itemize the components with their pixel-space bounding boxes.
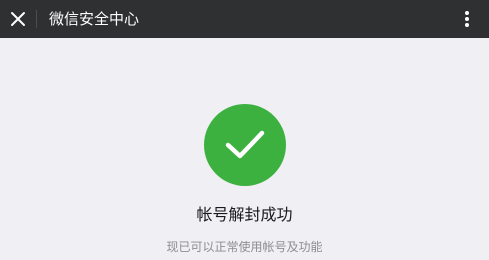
- close-button[interactable]: [0, 0, 36, 38]
- result-title: 帐号解封成功: [196, 205, 293, 224]
- more-vertical-icon: [465, 11, 469, 27]
- more-options-button[interactable]: [445, 0, 489, 38]
- title-bar: 微信安全中心: [0, 0, 489, 38]
- title-divider: [36, 10, 37, 28]
- result-subtitle: 现已可以正常使用帐号及功能: [166, 240, 323, 254]
- checkmark-icon: [225, 130, 265, 159]
- close-icon: [11, 12, 25, 26]
- success-status-icon: [204, 104, 286, 186]
- page-title: 微信安全中心: [49, 10, 140, 28]
